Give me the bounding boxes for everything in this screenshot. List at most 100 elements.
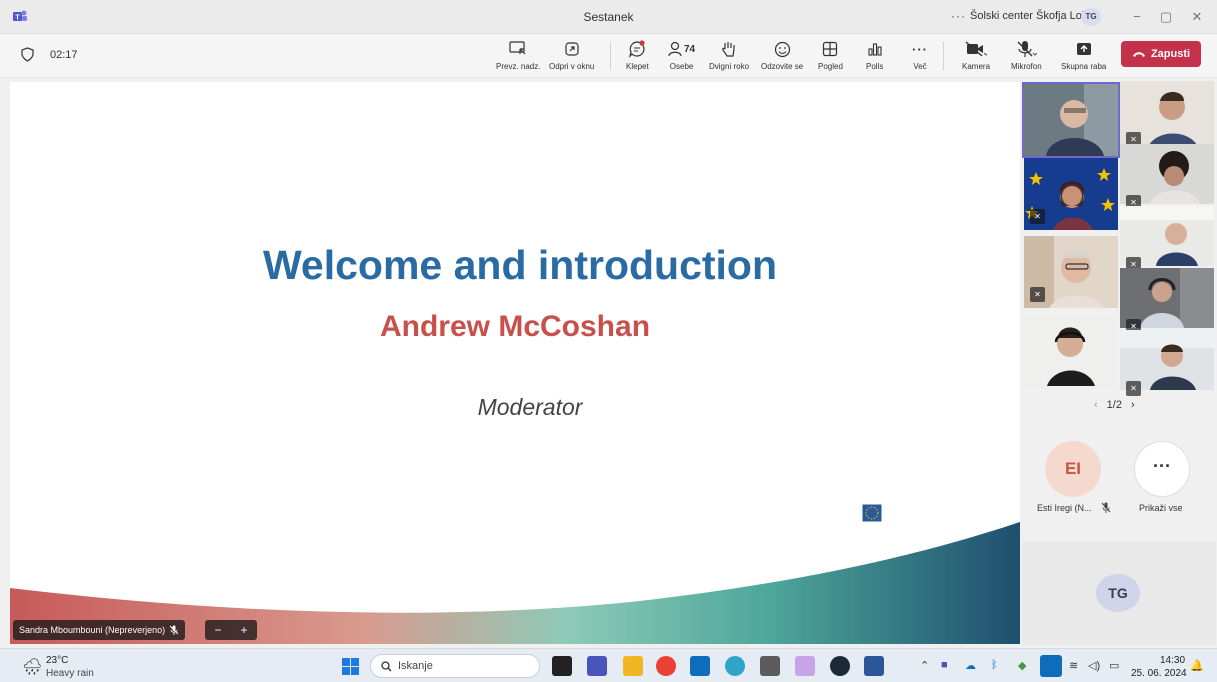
take-control-button[interactable]: Prevz. nadz. (496, 38, 540, 71)
windows-taskbar: 🌧 23°C Heavy rain Iskanje ⌃ ■ ☁ ᛒ ◆ ≋ ◁)… (0, 648, 1217, 682)
video-tile[interactable]: ✕ (1120, 81, 1214, 153)
video-tile-active-speaker[interactable] (1022, 82, 1120, 158)
onedrive-icon[interactable]: ☁ (965, 659, 976, 672)
restore-button[interactable]: ▢ (1154, 8, 1178, 26)
mic-off-icon (1101, 502, 1111, 513)
participant-name: Esti Iregi (N... (1037, 503, 1092, 513)
chat-button[interactable]: Klepet (626, 38, 649, 71)
weather-rain-icon[interactable]: 🌧 (22, 657, 42, 677)
clock-date[interactable]: 25. 06. 2024 (1131, 668, 1187, 679)
zoom-controls: − + (205, 620, 257, 640)
camera-off-icon (965, 41, 987, 57)
minimize-button[interactable]: − (1125, 8, 1149, 26)
security-tray-icon[interactable]: ◆ (1018, 659, 1026, 672)
more-options-icon[interactable]: ··· (951, 9, 966, 23)
chevron-right-icon[interactable]: › (1131, 399, 1135, 411)
toolbar-divider (610, 42, 611, 70)
meeting-timer: 02:17 (50, 49, 78, 61)
leave-button[interactable]: Zapusti (1121, 41, 1201, 67)
polls-button[interactable]: Polls (866, 38, 883, 71)
shield-icon (21, 47, 34, 62)
mic-off-icon: ✕ (1030, 287, 1045, 302)
popout-icon (565, 42, 579, 56)
european-commission-logo (841, 491, 903, 523)
windows-start-icon[interactable] (342, 658, 359, 675)
view-button[interactable]: Pogled (818, 38, 843, 71)
more-button[interactable]: ··· Več (912, 38, 928, 72)
show-all-label: Prikaži vse (1139, 503, 1183, 513)
share-button[interactable]: Skupna raba (1061, 38, 1106, 71)
close-button[interactable]: ✕ (1185, 8, 1209, 26)
clock-time[interactable]: 14:30 (1160, 655, 1185, 666)
wifi-icon[interactable]: ≋ (1069, 659, 1078, 672)
ec-logo-text: European Commission (917, 511, 973, 533)
show-all-button[interactable]: ··· (1134, 441, 1190, 497)
volume-icon[interactable]: ◁) (1088, 659, 1100, 672)
slide-title: Welcome and introduction (262, 242, 778, 288)
microphone-tray-icon[interactable] (1040, 655, 1062, 677)
bluetooth-icon[interactable]: ᛒ (991, 659, 998, 671)
raise-hand-button[interactable]: Dvigni roko (709, 38, 749, 71)
search-icon (381, 660, 392, 671)
user-avatar[interactable]: TG (1081, 8, 1101, 26)
window-titlebar: T Sestanek ··· Šolski center Škofja Loka… (0, 0, 1217, 34)
app-icon[interactable] (830, 656, 850, 676)
view-icon (823, 41, 838, 57)
weather-temperature[interactable]: 23°C (46, 655, 68, 666)
chat-icon (629, 40, 645, 58)
taskbar-search[interactable]: Iskanje (370, 654, 540, 678)
phone-hangup-icon (1132, 52, 1145, 57)
zoom-out-button[interactable]: − (214, 623, 221, 637)
ec-logo-divider (982, 509, 984, 532)
video-tile[interactable] (1024, 314, 1118, 386)
snipping-tool-app-icon[interactable] (795, 656, 815, 676)
word-app-icon[interactable] (864, 656, 884, 676)
file-explorer-app-icon[interactable] (623, 656, 643, 676)
teams-tray-icon[interactable]: ■ (941, 659, 948, 671)
microphone-button[interactable]: Mikrofon (1011, 38, 1042, 71)
terminal-app-icon[interactable] (552, 656, 572, 676)
calculator-app-icon[interactable] (760, 656, 780, 676)
people-button[interactable]: 74 Osebe (668, 38, 695, 71)
toolbar-divider (943, 42, 944, 70)
weather-description[interactable]: Heavy rain (46, 668, 94, 679)
organization-name[interactable]: Šolski center Škofja Loka (970, 10, 1094, 22)
video-tile[interactable]: ✕ (1024, 158, 1118, 230)
chrome-app-icon[interactable] (656, 656, 676, 676)
raise-hand-icon (722, 42, 735, 57)
react-button[interactable]: Odzovite se (761, 38, 803, 71)
teams-app-icon[interactable] (587, 656, 607, 676)
more-icon: ··· (912, 41, 928, 57)
camera-button[interactable]: Kamera (962, 38, 990, 71)
video-tile[interactable]: ✕ (1120, 330, 1214, 402)
outlook-app-icon[interactable] (690, 656, 710, 676)
mic-off-icon: ✕ (1126, 381, 1141, 396)
battery-icon[interactable]: ▭ (1109, 659, 1119, 672)
mic-off-icon (169, 625, 179, 635)
polls-icon (868, 43, 882, 56)
presenter-tag: Sandra Mboumbouni (Nepreverjeno) (13, 620, 186, 640)
self-avatar: TG (1096, 574, 1140, 612)
notification-bell-icon[interactable]: 🔔 (1190, 659, 1204, 672)
page-indicator: 1/2 (1106, 399, 1122, 411)
popout-button[interactable]: Odpri v oknu (549, 38, 594, 71)
people-count: 74 (684, 43, 696, 55)
participant-pager: ‹ 1/2 › (1094, 399, 1135, 411)
mic-off-icon (1017, 41, 1038, 57)
edge-app-icon[interactable] (725, 656, 745, 676)
shared-slide: Welcome and introduction Andrew McCoshan… (10, 82, 1020, 644)
zoom-in-button[interactable]: + (240, 623, 247, 637)
react-icon (774, 41, 790, 57)
slide-speaker-name: Andrew McCoshan (379, 310, 651, 343)
chevron-left-icon[interactable]: ‹ (1094, 399, 1098, 411)
video-tile[interactable]: ✕ (1024, 236, 1118, 308)
chevron-up-icon[interactable]: ⌃ (920, 659, 929, 672)
mic-off-icon: ✕ (1030, 209, 1045, 224)
slide-wave-decoration (10, 522, 1020, 644)
take-control-icon (509, 41, 526, 55)
slide-role: Moderator (477, 394, 583, 420)
participant-avatar[interactable]: EI (1045, 441, 1101, 497)
meeting-toolbar: 02:17 Prevz. nadz. Odpri v oknu Klepet 7… (0, 34, 1217, 78)
share-icon (1076, 43, 1091, 55)
people-icon (668, 41, 682, 57)
